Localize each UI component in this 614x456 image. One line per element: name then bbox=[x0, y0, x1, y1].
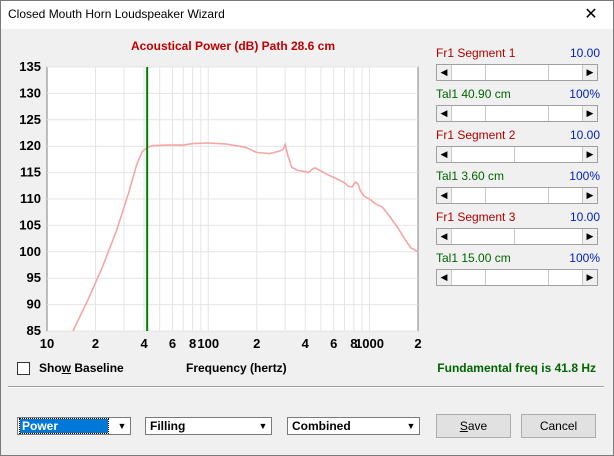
arrow-right-icon[interactable]: ▶ bbox=[582, 106, 597, 121]
x-tick-label: 2 bbox=[92, 336, 99, 351]
segment-slider[interactable]: ◀ ▶ bbox=[436, 269, 598, 286]
slider-thumb[interactable] bbox=[485, 270, 549, 285]
segment-label: Tal1 3.60 cm bbox=[436, 169, 505, 183]
y-tick-label: 95 bbox=[27, 270, 41, 285]
segment-label: Tal1 15.00 cm bbox=[436, 251, 511, 265]
x-tick-label: 100 bbox=[197, 336, 219, 351]
arrow-right-icon[interactable]: ▶ bbox=[582, 65, 597, 80]
y-tick-label: 105 bbox=[19, 217, 41, 232]
y-tick-label: 130 bbox=[19, 85, 41, 100]
x-tick-label: 2 bbox=[414, 336, 421, 351]
slider-thumb[interactable] bbox=[451, 229, 515, 244]
x-tick-label: 6 bbox=[169, 336, 176, 351]
chevron-down-icon[interactable]: ▼ bbox=[404, 419, 418, 433]
y-tick-label: 100 bbox=[19, 244, 41, 259]
arrow-right-icon[interactable]: ▶ bbox=[582, 270, 597, 285]
segment-slider[interactable]: ◀ ▶ bbox=[436, 146, 598, 163]
power-chart: 85909510010511011512012513013510 2 4 6 8 100 2… bbox=[19, 39, 421, 351]
segment-value: 10.00 bbox=[569, 128, 600, 142]
title-bar: Closed Mouth Horn Loudspeaker Wizard ✕ bbox=[1, 1, 613, 29]
segment-label: Tal1 40.90 cm bbox=[436, 87, 511, 101]
y-tick-label: 115 bbox=[20, 165, 41, 180]
segment-slider[interactable]: ◀ ▶ bbox=[436, 64, 598, 81]
close-icon[interactable]: ✕ bbox=[569, 1, 613, 29]
arrow-left-icon[interactable]: ◀ bbox=[437, 106, 452, 121]
segment-slider[interactable]: ◀ ▶ bbox=[436, 187, 598, 204]
arrow-left-icon[interactable]: ◀ bbox=[437, 65, 452, 80]
combine-select[interactable]: Combined ▼ bbox=[287, 417, 420, 435]
x-tick-label: 6 bbox=[330, 336, 337, 351]
x-tick-label: 4 bbox=[302, 336, 310, 351]
x-tick-label: 2 bbox=[253, 336, 260, 351]
show-baseline-label[interactable]: Show Baseline bbox=[39, 361, 124, 375]
cancel-button[interactable]: Cancel bbox=[521, 414, 596, 438]
arrow-left-icon[interactable]: ◀ bbox=[437, 270, 452, 285]
segment-value: 100% bbox=[569, 87, 600, 101]
segment-value: 100% bbox=[569, 169, 600, 183]
slider-thumb[interactable] bbox=[451, 147, 515, 162]
x-axis-label: Frequency (hertz) bbox=[186, 361, 287, 375]
arrow-left-icon[interactable]: ◀ bbox=[437, 229, 452, 244]
segment-label: Fr1 Segment 2 bbox=[436, 128, 516, 142]
y-tick-label: 125 bbox=[19, 112, 41, 127]
chart-title: Acoustical Power (dB) Path 28.6 cm bbox=[131, 39, 335, 53]
x-tick-label: 10 bbox=[40, 336, 54, 351]
mode-select-value: Power bbox=[19, 418, 109, 434]
arrow-right-icon[interactable]: ▶ bbox=[582, 229, 597, 244]
x-tick-label: 4 bbox=[140, 336, 148, 351]
arrow-left-icon[interactable]: ◀ bbox=[437, 147, 452, 162]
arrow-left-icon[interactable]: ◀ bbox=[437, 188, 452, 203]
filling-select-value: Filling bbox=[150, 419, 186, 433]
save-button[interactable]: Save bbox=[436, 414, 511, 438]
y-tick-label: 90 bbox=[27, 297, 41, 312]
slider-thumb[interactable] bbox=[485, 188, 549, 203]
slider-thumb[interactable] bbox=[485, 106, 549, 121]
x-tick-label: 8 bbox=[189, 336, 196, 351]
window-title: Closed Mouth Horn Loudspeaker Wizard bbox=[8, 7, 225, 21]
mode-select[interactable]: Power ▼ bbox=[17, 417, 131, 435]
segment-label: Fr1 Segment 1 bbox=[436, 46, 516, 60]
segment-label: Fr1 Segment 3 bbox=[436, 210, 516, 224]
arrow-right-icon[interactable]: ▶ bbox=[582, 147, 597, 162]
arrow-right-icon[interactable]: ▶ bbox=[582, 188, 597, 203]
divider bbox=[8, 386, 604, 388]
y-tick-label: 110 bbox=[20, 191, 41, 206]
fundamental-frequency: Fundamental freq is 41.8 Hz bbox=[437, 361, 596, 375]
segment-value: 10.00 bbox=[569, 46, 600, 60]
y-tick-label: 120 bbox=[19, 138, 41, 153]
slider-thumb[interactable] bbox=[485, 65, 549, 80]
combine-select-value: Combined bbox=[292, 419, 351, 433]
filling-select[interactable]: Filling ▼ bbox=[145, 417, 272, 435]
x-tick-label: 1000 bbox=[355, 336, 384, 351]
segment-slider[interactable]: ◀ ▶ bbox=[436, 228, 598, 245]
chevron-down-icon[interactable]: ▼ bbox=[256, 419, 270, 433]
show-baseline-checkbox[interactable] bbox=[17, 362, 30, 375]
segment-slider[interactable]: ◀ ▶ bbox=[436, 105, 598, 122]
segment-value: 100% bbox=[569, 251, 600, 265]
y-tick-label: 135 bbox=[19, 59, 41, 74]
chevron-down-icon[interactable]: ▼ bbox=[115, 419, 129, 433]
segment-value: 10.00 bbox=[569, 210, 600, 224]
